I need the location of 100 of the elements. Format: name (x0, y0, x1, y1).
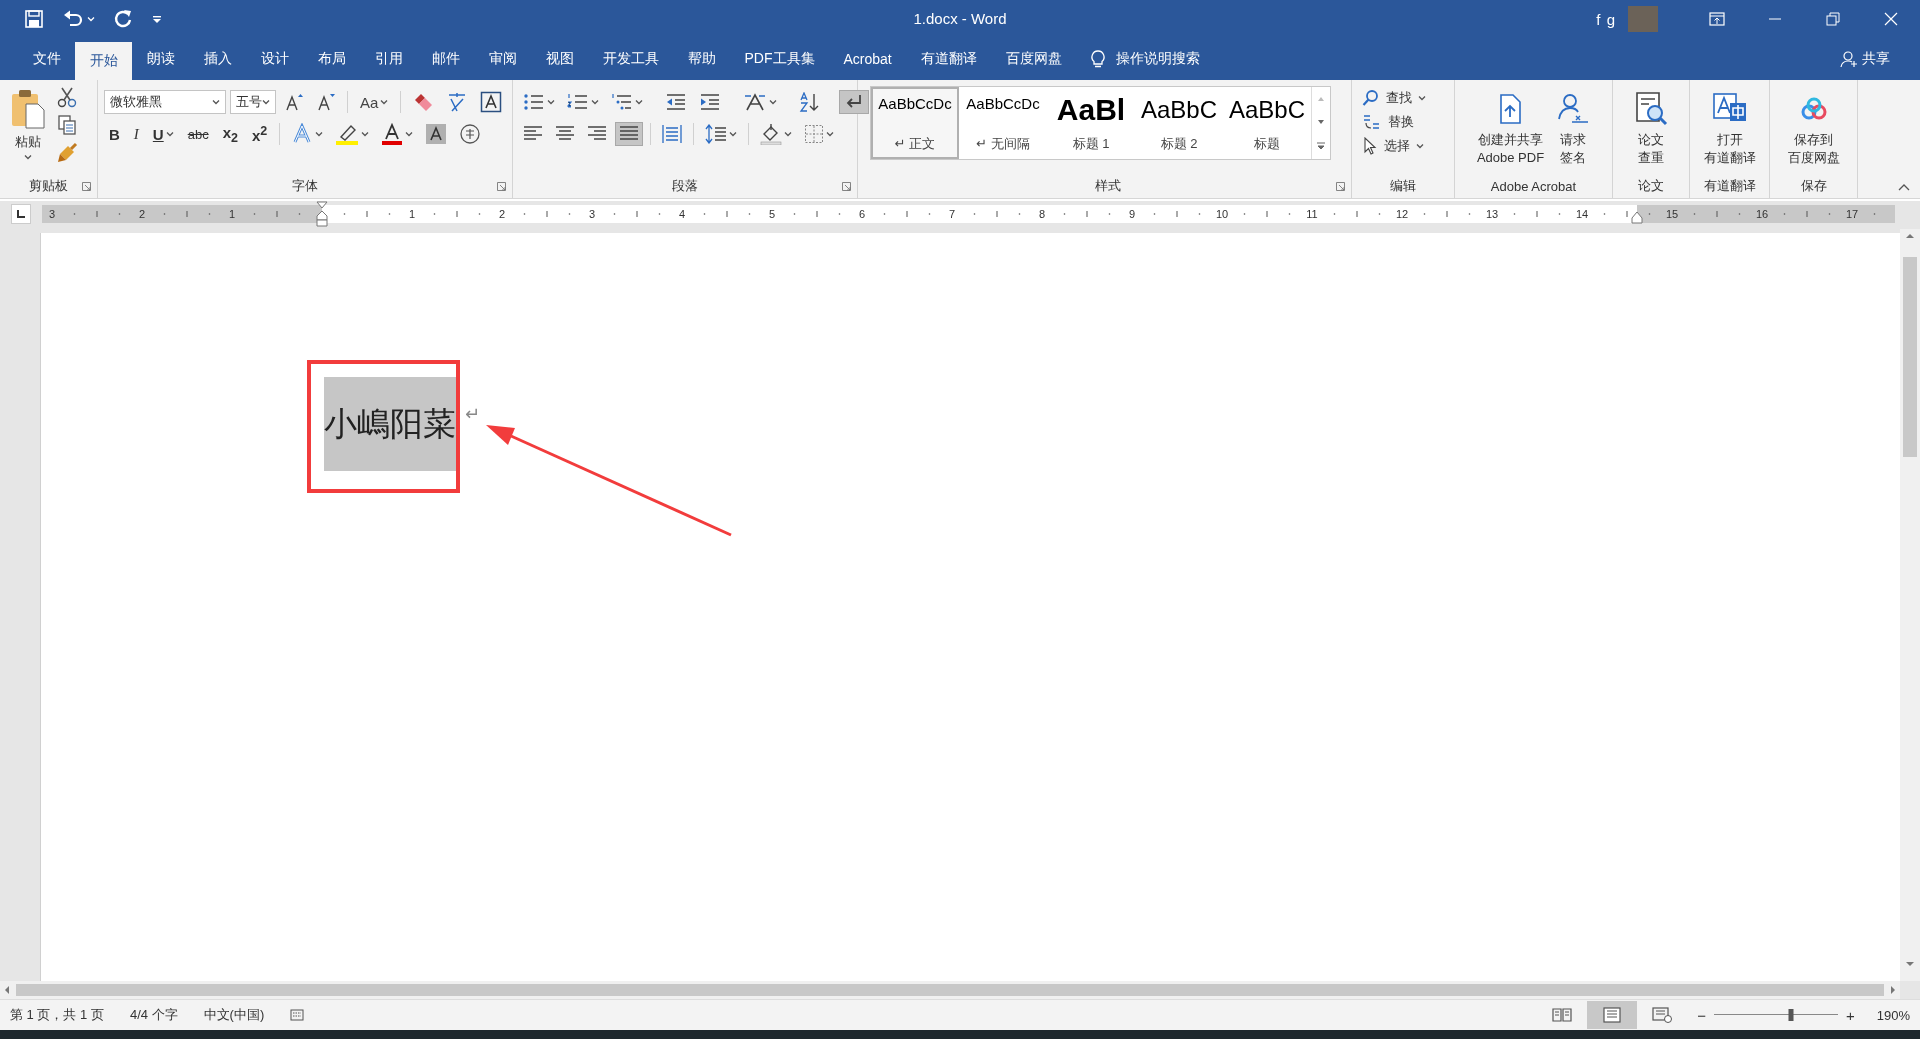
ribbon-tab[interactable]: 插入 (189, 38, 246, 80)
style-name: 标题 (1254, 135, 1280, 153)
ribbon-tab[interactable]: 审阅 (474, 38, 531, 80)
ruler-number: 7 (948, 207, 956, 221)
ribbon-display-icon[interactable] (1709, 12, 1725, 26)
ribbon-tab[interactable]: 开发工具 (588, 38, 673, 80)
ribbon-tab[interactable]: 设计 (246, 38, 303, 80)
dialog-launcher-icon[interactable] (1336, 182, 1345, 191)
phonetic-guide-icon[interactable] (446, 91, 468, 113)
font-size-field[interactable]: 五号 (229, 90, 277, 114)
paint-bucket-icon (760, 123, 782, 145)
right-indent-marker-icon[interactable] (1631, 211, 1643, 225)
enclose-character-icon[interactable] (459, 123, 482, 145)
marks-button[interactable] (839, 90, 869, 114)
user-name[interactable]: f g (1596, 10, 1616, 28)
pdf-button[interactable]: 创建并共享 Adobe PDF (1472, 84, 1549, 174)
paper-button[interactable]: 论文 查重 (1629, 84, 1673, 174)
change-case-button[interactable]: Aa (354, 90, 394, 114)
scroll-thumb[interactable] (16, 984, 1884, 996)
style-name: ↵ 无间隔 (976, 135, 1030, 153)
scroll-down-icon[interactable] (1317, 119, 1325, 125)
style-option[interactable]: AaBl 标题 1 (1047, 87, 1135, 159)
vertical-scrollbar[interactable] (1900, 229, 1920, 981)
style-option[interactable]: AaBbC 标题 (1223, 87, 1311, 159)
scroll-up-icon[interactable] (1905, 233, 1915, 239)
ribbon-tab[interactable]: 朗读 (132, 38, 189, 80)
caret-icon (1418, 95, 1426, 101)
style-option[interactable]: AaBbCcDc ↵ 无间隔 (959, 87, 1047, 159)
window-title: 1.docx - Word (913, 10, 1007, 27)
collapse-ribbon-icon[interactable] (1898, 183, 1910, 191)
justify-button[interactable] (615, 122, 643, 146)
highlighter-icon[interactable] (335, 123, 360, 145)
scissors-icon[interactable] (56, 86, 78, 108)
ribbon-tab[interactable]: 百度网盘 (991, 38, 1077, 80)
copy-icon[interactable] (56, 114, 78, 136)
scroll-right-icon[interactable] (1890, 985, 1896, 995)
save-icon[interactable] (24, 9, 44, 29)
sort-icon (799, 92, 821, 112)
caret-icon (547, 99, 555, 105)
multilevel-list-icon (611, 92, 633, 112)
format-button[interactable]: x$^{2}$ (246, 122, 273, 146)
tell-me-search[interactable]: 操作说明搜索 (1116, 50, 1201, 68)
ribbon-tab[interactable]: 引用 (360, 38, 417, 80)
character-shading-icon[interactable] (425, 123, 448, 145)
font-name-field[interactable]: 微软雅黑 (104, 90, 226, 114)
scroll-down-icon[interactable] (1905, 961, 1915, 967)
customize-icon[interactable] (151, 13, 163, 25)
ribbon-tab[interactable]: 帮助 (673, 38, 730, 80)
ribbon-tab[interactable]: PDF工具集 (730, 38, 829, 80)
grow-font-icon[interactable] (284, 92, 305, 112)
horizontal-scrollbar[interactable] (0, 981, 1900, 999)
share-button[interactable]: 共享 (1840, 38, 1920, 80)
ribbon-tab[interactable]: 布局 (303, 38, 360, 80)
slider-thumb[interactable] (1788, 1009, 1794, 1021)
zoom-in-button[interactable]: + (1846, 1006, 1855, 1024)
font-color-icon[interactable] (381, 123, 404, 145)
more-styles-icon[interactable] (1316, 142, 1326, 151)
redo-icon[interactable] (113, 9, 133, 29)
style-option[interactable]: AaBbCcDc ↵ 正文 (871, 87, 959, 159)
find-button[interactable]: 查找 (1358, 86, 1448, 110)
format-button[interactable]: I (128, 122, 144, 146)
cloud-button[interactable]: 保存到 百度网盘 (1783, 84, 1844, 174)
indent-marker-icon[interactable] (316, 201, 328, 227)
ribbon-tab[interactable]: 邮件 (417, 38, 474, 80)
format-button[interactable]: B (104, 122, 125, 146)
print-view-button[interactable] (1587, 1001, 1638, 1029)
undo-icon[interactable] (62, 9, 84, 29)
dialog-launcher-icon[interactable] (82, 182, 91, 191)
format-button[interactable]: U (147, 122, 179, 146)
shrink-font-icon[interactable] (316, 92, 337, 112)
format-button[interactable]: x$_{2}$ (217, 122, 243, 146)
ribbon-tab[interactable]: 文件 (18, 38, 75, 80)
close-icon[interactable] (1884, 12, 1898, 26)
ribbon-tab[interactable]: 有道翻译 (906, 38, 992, 80)
scroll-thumb[interactable] (1903, 257, 1917, 457)
translate-button[interactable]: 打开 有道翻译 (1699, 84, 1760, 174)
replace-button[interactable]: 替换 (1358, 110, 1448, 134)
scroll-left-icon[interactable] (4, 985, 10, 995)
character-border-icon[interactable] (480, 91, 502, 113)
zoom-percent[interactable]: 190% (1876, 1007, 1910, 1023)
brush-icon[interactable] (56, 142, 78, 164)
ribbon-tab[interactable]: Acrobat (829, 38, 907, 80)
caret-icon (262, 99, 271, 105)
ruler-number: 10 (1215, 207, 1229, 221)
select-button[interactable]: 选择 (1358, 134, 1448, 158)
sign-button[interactable]: 请求 签名 (1552, 84, 1595, 174)
zoom-slider[interactable] (1714, 1009, 1838, 1021)
dialog-launcher-icon[interactable] (842, 182, 851, 191)
ribbon-tab[interactable]: 视图 (531, 38, 588, 80)
dialog-launcher-icon[interactable] (497, 182, 506, 191)
group-label: Adobe Acrobat (1490, 178, 1577, 194)
restore-icon[interactable] (1826, 12, 1840, 26)
paste-button[interactable]: 粘贴 (6, 84, 50, 174)
ribbon-tab[interactable]: 开始 (75, 42, 132, 80)
caret-icon (87, 16, 95, 22)
zoom-out-button[interactable]: − (1697, 1006, 1706, 1024)
tab-stop-selector[interactable] (11, 204, 31, 224)
format-button[interactable]: abc (182, 122, 214, 146)
style-option[interactable]: AaBbC 标题 2 (1135, 87, 1223, 159)
ruler-number: 2 (498, 207, 506, 221)
